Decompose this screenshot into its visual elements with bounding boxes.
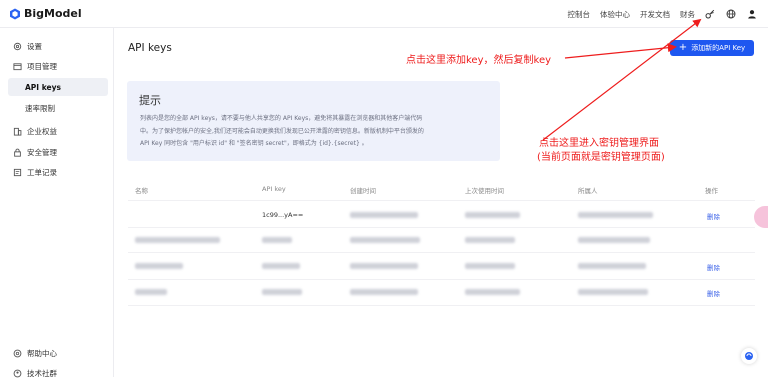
sidebar-item-security[interactable]: 安全管理 bbox=[8, 143, 108, 161]
col-name-header: 名称 bbox=[135, 185, 148, 195]
tip-line: API Key 同时包含 "用户标识 id" 和 "签名密钥 secret"，即… bbox=[140, 138, 490, 151]
gear-icon bbox=[12, 41, 22, 51]
brand-logo[interactable]: BigModel bbox=[9, 7, 82, 20]
sidebar-item-label: 安全管理 bbox=[27, 147, 57, 158]
brand-icon bbox=[9, 8, 21, 20]
sidebar-item-community[interactable]: 技术社群 bbox=[8, 364, 108, 382]
redacted-cell bbox=[135, 237, 220, 243]
redacted-cell bbox=[578, 289, 648, 295]
col-apikey-header: API key bbox=[262, 185, 286, 193]
col-created-header: 创建时间 bbox=[350, 185, 376, 195]
tip-title: 提示 bbox=[139, 92, 161, 108]
brand-name: BigModel bbox=[24, 7, 82, 20]
add-api-key-button[interactable]: + 添加新的API Key bbox=[670, 40, 754, 56]
col-owner-header: 所属人 bbox=[578, 185, 598, 195]
chat-support-icon[interactable] bbox=[741, 348, 757, 364]
sidebar-item-settings[interactable]: 设置 bbox=[8, 37, 108, 55]
redacted-cell bbox=[262, 289, 302, 295]
redacted-cell bbox=[350, 237, 420, 243]
top-bar: BigModel 控制台 体验中心 开发文档 财务 bbox=[0, 0, 768, 28]
row1-api-key: 1c99...yA== bbox=[262, 211, 303, 219]
col-lastused-header: 上次使用时间 bbox=[465, 185, 504, 195]
sidebar-item-label: 帮助中心 bbox=[27, 348, 57, 359]
user-icon[interactable] bbox=[747, 9, 757, 19]
main-content: API keys + 添加新的API Key 提示 列表内是您的全部 API k… bbox=[115, 28, 768, 377]
redacted-cell bbox=[465, 212, 520, 218]
nav-experience-center[interactable]: 体验中心 bbox=[600, 9, 630, 20]
sidebar-item-projects[interactable]: 项目管理 bbox=[8, 57, 108, 75]
ticket-icon bbox=[12, 167, 22, 177]
nav-console[interactable]: 控制台 bbox=[568, 9, 591, 20]
page-title: API keys bbox=[128, 42, 172, 54]
tip-line: 列表内是您的全部 API keys，请不要与他人共享您的 API Keys，避免… bbox=[140, 113, 490, 126]
globe-icon[interactable] bbox=[726, 9, 736, 19]
annotation-key-management-line1: 点击这里进入密钥管理界面 bbox=[539, 137, 659, 151]
col-actions-header: 操作 bbox=[705, 185, 718, 195]
redacted-cell bbox=[350, 263, 418, 269]
redacted-cell bbox=[135, 289, 167, 295]
sidebar-item-label: 项目管理 bbox=[27, 61, 57, 72]
sidebar-item-label: 速率限制 bbox=[25, 103, 55, 114]
sidebar: 设置 项目管理 API keys 速率限制 企业权益 安全管理 工单记录 帮助中… bbox=[0, 28, 114, 377]
row4-delete-button[interactable]: 删除 bbox=[707, 288, 720, 298]
redacted-cell bbox=[578, 212, 653, 218]
row-divider bbox=[128, 252, 755, 253]
row-divider bbox=[128, 279, 755, 280]
redacted-cell bbox=[135, 263, 183, 269]
row-divider bbox=[128, 227, 755, 228]
nav-finance[interactable]: 财务 bbox=[680, 9, 695, 20]
redacted-cell bbox=[465, 289, 520, 295]
sidebar-item-help[interactable]: 帮助中心 bbox=[8, 344, 108, 362]
sidebar-item-label: 工单记录 bbox=[27, 167, 57, 178]
header-divider bbox=[128, 200, 755, 201]
sidebar-item-api-keys[interactable]: API keys bbox=[8, 78, 108, 96]
tip-line: 中。为了保护您帐户的安全,我们还可能会自动更换我们发现已公开泄露的密钥信息。新版… bbox=[140, 126, 490, 139]
nav-dev-docs[interactable]: 开发文档 bbox=[640, 9, 670, 20]
help-icon bbox=[12, 348, 22, 358]
key-icon[interactable] bbox=[705, 9, 715, 19]
tip-box: 提示 列表内是您的全部 API keys，请不要与他人共享您的 API Keys… bbox=[127, 81, 500, 161]
sidebar-item-label: 企业权益 bbox=[27, 126, 57, 137]
redacted-cell bbox=[350, 289, 418, 295]
folder-icon bbox=[12, 61, 22, 71]
redacted-cell bbox=[465, 263, 515, 269]
annotation-add-key: 点击这里添加key，然后复制key bbox=[406, 54, 551, 68]
sidebar-item-label: API keys bbox=[25, 83, 61, 92]
row3-delete-button[interactable]: 删除 bbox=[707, 262, 720, 272]
sidebar-item-enterprise[interactable]: 企业权益 bbox=[8, 122, 108, 140]
redacted-cell bbox=[465, 237, 515, 243]
building-icon bbox=[12, 126, 22, 136]
redacted-cell bbox=[262, 263, 300, 269]
sidebar-item-rate-limit[interactable]: 速率限制 bbox=[8, 99, 108, 117]
sidebar-item-tickets[interactable]: 工单记录 bbox=[8, 163, 108, 181]
row-divider bbox=[128, 305, 755, 306]
redacted-cell bbox=[578, 237, 650, 243]
sidebar-item-label: 设置 bbox=[27, 41, 42, 52]
top-nav: 控制台 体验中心 开发文档 财务 bbox=[568, 0, 768, 28]
row1-delete-button[interactable]: 删除 bbox=[707, 211, 720, 221]
tip-body: 列表内是您的全部 API keys，请不要与他人共享您的 API Keys，避免… bbox=[140, 113, 490, 151]
lock-icon bbox=[12, 147, 22, 157]
redacted-cell bbox=[262, 237, 292, 243]
redacted-cell bbox=[578, 263, 646, 269]
add-api-key-label: 添加新的API Key bbox=[691, 43, 745, 53]
annotation-key-management-line2: (当前页面就是密钥管理页面) bbox=[537, 151, 665, 165]
redacted-cell bbox=[350, 212, 418, 218]
plus-icon: + bbox=[679, 43, 687, 53]
